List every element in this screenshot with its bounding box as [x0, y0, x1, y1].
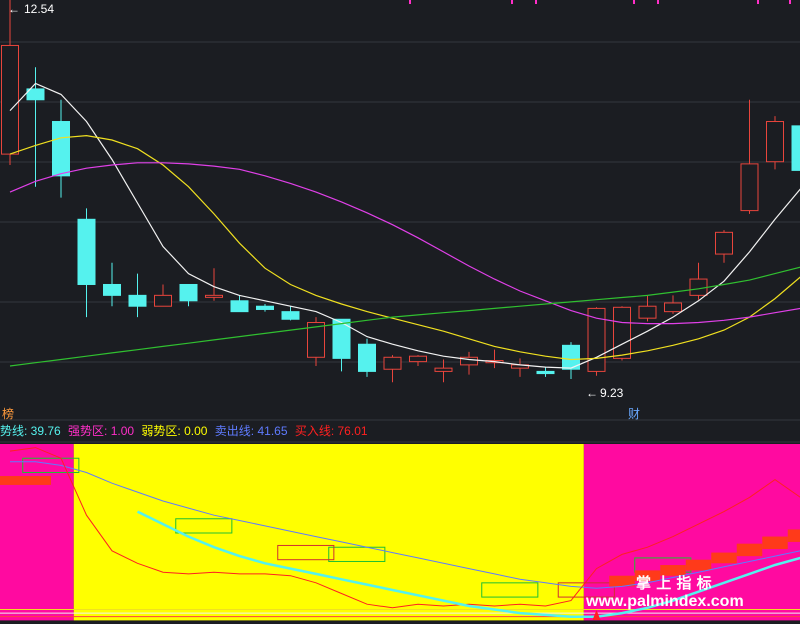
ma5-line — [9, 82, 800, 369]
legend-sell: 卖出线: 41.65 — [214, 424, 288, 438]
candle-body — [205, 294, 223, 298]
candle-body — [383, 356, 402, 370]
candle-body — [230, 300, 249, 313]
candle-body — [179, 283, 198, 302]
buy-block — [787, 529, 800, 542]
legend-buy: 买入线: 76.01 — [294, 424, 368, 438]
candle-body — [536, 370, 555, 375]
low-price-arrow: ← — [586, 386, 598, 400]
candle-body — [52, 121, 70, 177]
candle-body — [791, 125, 800, 171]
buy-block — [685, 559, 712, 571]
watermark-title: 掌 上 指 标 — [636, 574, 712, 592]
candle-body — [766, 121, 784, 163]
indicator-legend: 势线: 39.76 强势区: 1.00 弱势区: 0.00 卖出线: 41.65… — [0, 422, 372, 440]
watermark-url: www.palmindex.com — [585, 593, 744, 610]
candle-body — [281, 311, 300, 320]
ma10-line — [9, 134, 800, 361]
buy-block — [736, 543, 763, 557]
price-labels: 12.54 ← 9.23 ← 榜 财 — [2, 2, 640, 421]
kline-chart: 12.54 ← 9.23 ← 榜 财 掌 上 指 标 www.palmindex… — [0, 0, 800, 621]
candle-body — [740, 163, 759, 212]
buy-block — [0, 476, 51, 485]
ma60-line — [9, 266, 800, 367]
candle-body — [409, 355, 427, 363]
strong-zone — [0, 444, 74, 621]
candle-body — [154, 294, 172, 307]
candle-body — [715, 231, 733, 255]
left-badge: 榜 — [2, 406, 14, 421]
buy-block — [711, 552, 737, 564]
candles — [1, 0, 800, 383]
low-price-label: 9.23 — [600, 386, 624, 400]
candle-body — [638, 305, 657, 319]
candle-body — [103, 283, 121, 296]
weak-zone — [73, 444, 584, 621]
candle-body — [128, 294, 147, 307]
legend-strong: 强势区: 1.00 — [68, 424, 135, 438]
candle-body — [358, 343, 376, 372]
legend-trend: 势线: 39.76 — [0, 424, 61, 438]
candle-body — [1, 44, 19, 155]
moving-average-lines — [9, 82, 800, 369]
right-badge: 财 — [628, 407, 640, 421]
buy-block — [762, 536, 788, 550]
high-price-arrow: ← — [8, 2, 20, 16]
candle-body — [613, 306, 631, 359]
candle-body — [434, 367, 453, 372]
candle-body — [664, 302, 682, 313]
candle-body — [256, 305, 274, 310]
legend-weak: 弱势区: 0.00 — [141, 424, 208, 438]
high-price-label: 12.54 — [24, 2, 54, 16]
top-tick-marks — [409, 0, 791, 4]
candle-body — [77, 218, 96, 285]
